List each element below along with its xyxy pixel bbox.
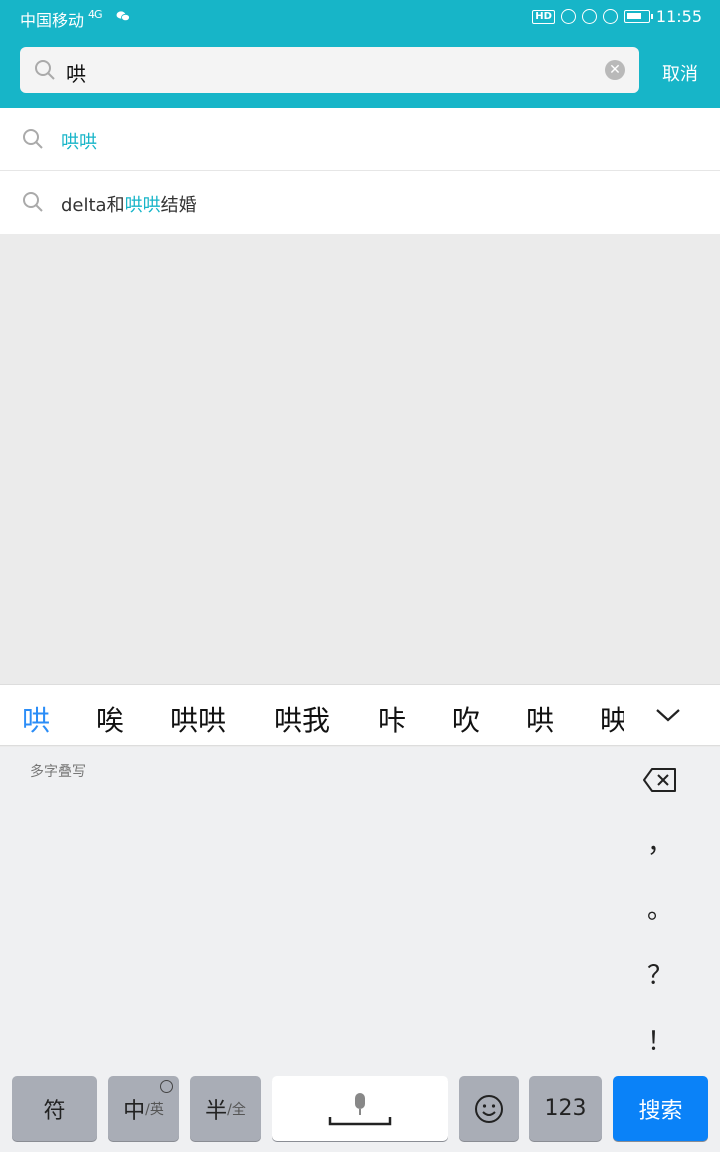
clear-icon[interactable]: ✕ <box>605 60 625 80</box>
clock: 11:55 <box>655 7 702 26</box>
suggestion-text: 哄哄 <box>61 132 97 153</box>
search-icon <box>35 60 55 80</box>
exclamation-key[interactable]: ！ <box>630 1021 690 1058</box>
hd-icon: HD <box>532 9 555 24</box>
suggestion-list: 哄哄 delta和哄哄结婚 <box>0 108 720 234</box>
smiley-icon <box>475 1094 503 1123</box>
candidate[interactable]: 哄 <box>526 699 554 739</box>
width-switch-key[interactable]: 半/全 <box>190 1076 261 1141</box>
app-header: 中国移动 4G HD 11:55 哄 ✕ 取消 <box>0 0 720 108</box>
space-key[interactable] <box>272 1076 448 1141</box>
search-icon <box>23 192 43 212</box>
search-key[interactable]: 搜索 <box>613 1076 708 1141</box>
network-type: 4G <box>88 8 102 21</box>
candidate[interactable]: 哄我 <box>274 699 330 739</box>
emoji-key[interactable] <box>459 1076 519 1141</box>
candidate[interactable]: 映 <box>600 699 624 739</box>
backspace-icon[interactable] <box>642 767 678 793</box>
candidate[interactable]: 唉 <box>96 699 124 739</box>
cancel-button[interactable]: 取消 <box>662 60 698 86</box>
alarm-icon <box>581 9 597 24</box>
suggestion-text: delta和哄哄结婚 <box>61 195 197 216</box>
suggestion-item[interactable]: 哄哄 <box>0 108 720 171</box>
search-input[interactable]: 哄 ✕ <box>20 47 639 93</box>
chevron-down-icon[interactable] <box>654 705 682 725</box>
number-key[interactable]: 123 <box>529 1076 602 1141</box>
language-switch-key[interactable]: 中/英 <box>108 1076 179 1141</box>
search-icon <box>23 129 43 149</box>
handwriting-area[interactable] <box>0 747 620 1067</box>
candidate[interactable]: 哄 <box>22 699 50 739</box>
battery-icon <box>623 10 653 23</box>
globe-icon <box>160 1080 173 1093</box>
carrier-name: 中国移动 <box>20 11 85 30</box>
microphone-icon <box>328 1092 392 1125</box>
comma-key[interactable]: ， <box>630 823 690 860</box>
speed-icon <box>602 9 618 24</box>
search-query: 哄 <box>66 62 86 86</box>
status-icons: HD 11:55 <box>532 7 702 26</box>
suggestion-item[interactable]: delta和哄哄结婚 <box>0 171 720 234</box>
candidate-bar: 哄 唉 哄哄 哄我 咔 吹 哄 映 <box>0 684 720 746</box>
candidate[interactable]: 哄哄 <box>170 699 226 739</box>
data-saver-icon <box>560 9 576 24</box>
status-bar: 中国移动 4G HD 11:55 <box>0 0 720 34</box>
period-key[interactable]: 。 <box>630 889 690 926</box>
symbol-key[interactable]: 符 <box>12 1076 97 1141</box>
candidate[interactable]: 吹 <box>452 699 480 739</box>
candidate[interactable]: 咔 <box>378 699 406 739</box>
question-key[interactable]: ？ <box>630 955 690 992</box>
wechat-icon <box>116 11 130 22</box>
keyboard: 多字叠写 ， 。 ？ ！ 符 中/英 半/全 123 搜索 <box>0 747 720 1152</box>
